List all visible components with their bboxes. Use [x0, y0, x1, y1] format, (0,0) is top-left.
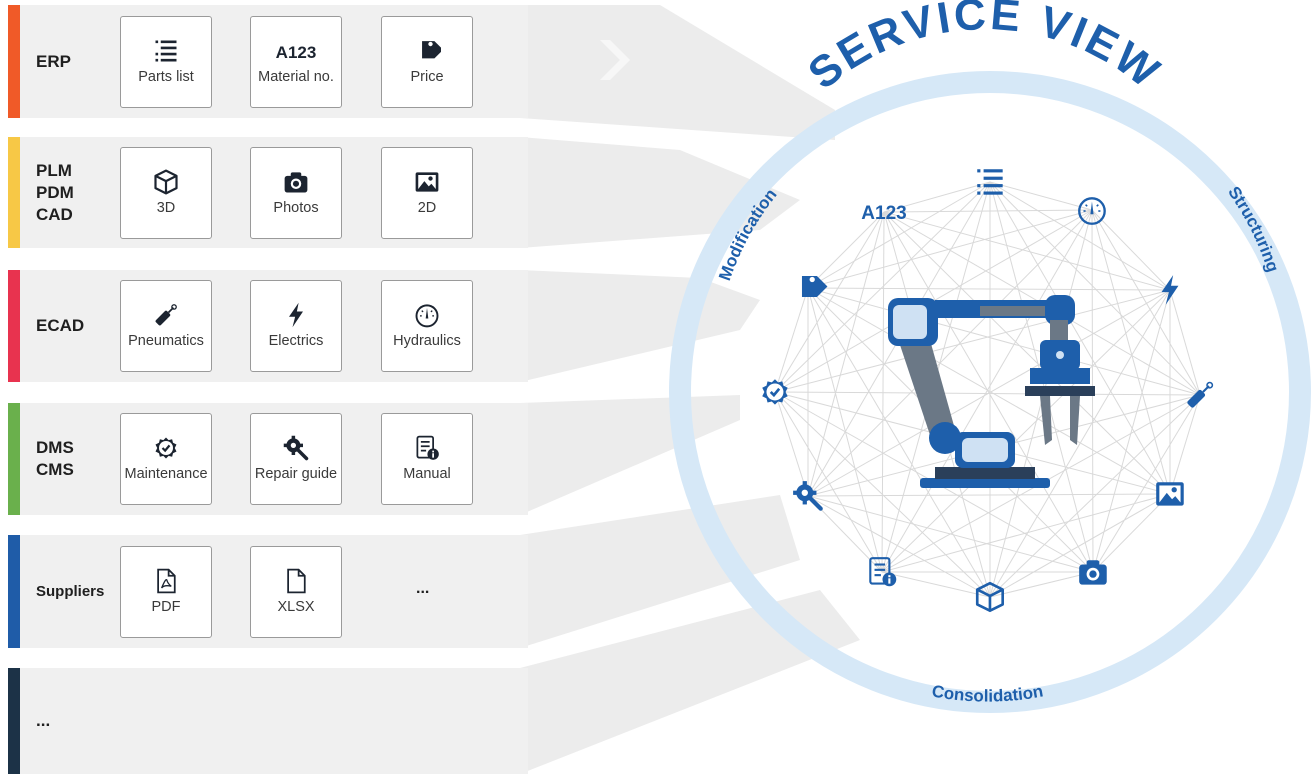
image-icon	[1156, 482, 1184, 506]
ring-label-structuring: Structuring	[1224, 183, 1282, 275]
material-number-icon: A123	[861, 203, 906, 224]
camera-icon	[1079, 560, 1107, 585]
ring-label-consolidation: Consolidation	[930, 681, 1044, 705]
pneumatic-cylinder-icon	[1187, 381, 1214, 408]
repair-gear-wrench-icon	[793, 481, 823, 511]
connection-network	[774, 181, 1201, 598]
svg-text:A123: A123	[861, 203, 906, 224]
service-view-diagram: SERVICE VIEW Modification Structuring Co…	[669, 0, 1311, 713]
